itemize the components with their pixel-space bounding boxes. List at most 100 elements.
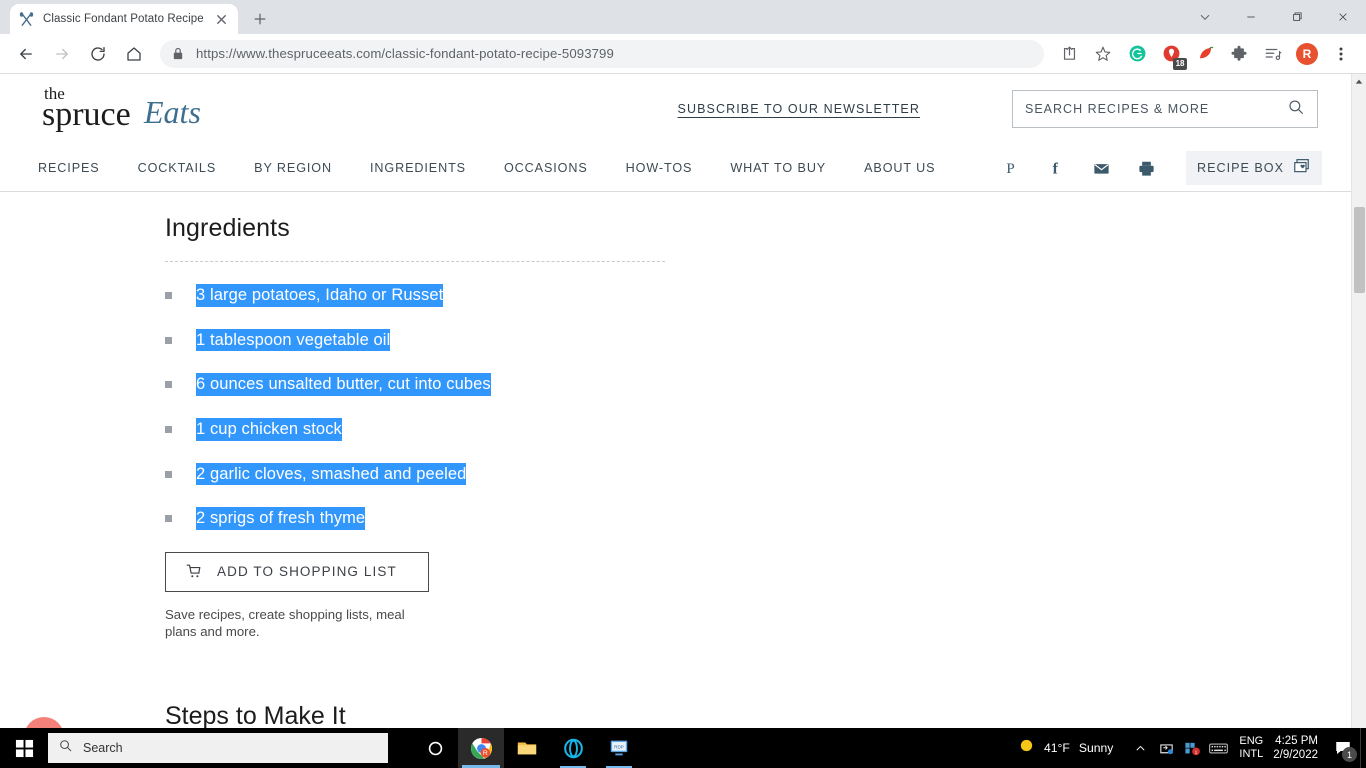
remote-desktop-icon[interactable]: RDP <box>596 728 642 768</box>
save-recipes-note: Save recipes, create shopping lists, mea… <box>165 606 405 639</box>
nav-item-by-region[interactable]: BY REGION <box>254 161 332 175</box>
weather-temperature: 41°F <box>1043 741 1070 755</box>
window-controls <box>1182 0 1366 34</box>
windows-taskbar: Search R RDP 41°F Sunny 1 ENG INTL 4:25 … <box>0 728 1366 768</box>
list-item: 2 sprigs of fresh thyme <box>165 507 1366 530</box>
profile-avatar[interactable]: R <box>1293 40 1321 68</box>
newsletter-link[interactable]: SUBSCRIBE TO OUR NEWSLETTER <box>678 102 920 116</box>
keyboard-icon[interactable] <box>1205 728 1231 768</box>
browser-toolbar: https://www.thespruceeats.com/classic-fo… <box>0 34 1366 74</box>
page-scrollbar[interactable] <box>1351 74 1366 768</box>
fork-spoon-icon <box>18 11 35 28</box>
svg-text:f: f <box>1053 160 1059 177</box>
nav-item-what-to-buy[interactable]: WHAT TO BUY <box>730 161 826 175</box>
opera-browser-icon[interactable] <box>550 728 596 768</box>
tab-close-icon[interactable] <box>213 11 230 28</box>
bookmark-star-icon[interactable] <box>1089 40 1117 68</box>
language-indicator[interactable]: ENG INTL <box>1239 735 1263 761</box>
tab-search-button[interactable] <box>1182 0 1228 34</box>
ingredient-text[interactable]: 3 large potatoes, Idaho or Russet <box>196 284 444 307</box>
ingredient-text[interactable]: 1 cup chicken stock <box>196 417 342 441</box>
language-line1: ENG <box>1239 735 1264 747</box>
address-bar[interactable]: https://www.thespruceeats.com/classic-fo… <box>160 39 1044 68</box>
list-item: 3 large potatoes, Idaho or Russet <box>165 284 1366 307</box>
extensions-puzzle-icon[interactable] <box>1225 40 1253 68</box>
taskbar-clock[interactable]: 4:25 PM 2/9/2022 <box>1273 734 1318 762</box>
scroll-up-arrow-icon[interactable] <box>1352 74 1366 89</box>
notification-count: 1 <box>1342 747 1357 762</box>
chevron-up-icon[interactable] <box>1127 728 1153 768</box>
reading-list-icon[interactable] <box>1259 40 1287 68</box>
list-item: 2 garlic cloves, smashed and peeled <box>165 462 1366 486</box>
nav-item-recipes[interactable]: RECIPES <box>38 161 100 175</box>
tab-title: Classic Fondant Potato Recipe <box>43 13 204 25</box>
add-to-shopping-list-button[interactable]: ADD TO SHOPPING LIST <box>165 551 429 592</box>
article-content: Ingredients 3 large potatoes, Idaho or R… <box>0 192 1366 731</box>
new-tab-button[interactable] <box>246 5 274 33</box>
minimize-button[interactable] <box>1228 0 1274 34</box>
site-navbar: RECIPES COCKTAILS BY REGION INGREDIENTS … <box>0 144 1366 192</box>
search-input[interactable] <box>1025 102 1287 116</box>
svg-text:R: R <box>482 750 487 757</box>
notification-icon[interactable]: 1 <box>1328 728 1358 768</box>
ingredient-text[interactable]: 1 tablespoon vegetable oil <box>196 328 391 352</box>
bullet-marker <box>165 515 172 523</box>
nav-item-cocktails[interactable]: COCKTAILS <box>138 161 217 175</box>
windows-start-icon[interactable] <box>0 728 48 768</box>
pepper-extension-icon[interactable] <box>1191 40 1219 68</box>
nav-item-occasions[interactable]: OCCASIONS <box>504 161 588 175</box>
back-arrow-icon[interactable] <box>12 40 40 68</box>
nav-right-group: P f RECIPE BOX <box>994 144 1322 192</box>
browser-tab[interactable]: Classic Fondant Potato Recipe <box>10 4 238 34</box>
bullet-marker <box>165 336 172 344</box>
recipe-card-icon <box>1292 157 1311 180</box>
file-explorer-icon[interactable] <box>504 728 550 768</box>
steps-heading: Steps to Make It <box>165 702 346 731</box>
close-window-button[interactable] <box>1320 0 1366 34</box>
share-icon[interactable] <box>1055 40 1083 68</box>
site-header: the spruce Eats SUBSCRIBE TO OUR NEWSLET… <box>0 74 1366 144</box>
bullet-marker <box>165 425 172 433</box>
three-dot-menu-icon[interactable] <box>1327 40 1355 68</box>
onedrive-sync-icon[interactable] <box>1153 728 1179 768</box>
reload-icon[interactable] <box>84 40 112 68</box>
clock-time: 4:25 PM <box>1275 735 1318 747</box>
google-chrome-icon[interactable]: R <box>458 728 504 768</box>
adblock-extension-icon[interactable]: 18 <box>1157 40 1187 70</box>
search-icon[interactable] <box>1287 98 1305 121</box>
ingredient-text[interactable]: 6 ounces unsalted butter, cut into cubes <box>196 373 491 396</box>
email-icon[interactable] <box>1084 151 1118 185</box>
weather-widget[interactable]: 41°F Sunny <box>1018 737 1113 759</box>
page-viewport: the spruce Eats SUBSCRIBE TO OUR NEWSLET… <box>0 74 1366 768</box>
nav-item-about-us[interactable]: ABOUT US <box>864 161 935 175</box>
forward-arrow-icon[interactable] <box>48 40 76 68</box>
browser-titlebar: Classic Fondant Potato Recipe <box>0 0 1366 34</box>
shopping-list-label: ADD TO SHOPPING LIST <box>217 564 397 580</box>
weather-condition: Sunny <box>1078 741 1114 755</box>
nav-item-how-tos[interactable]: HOW-TOS <box>626 161 693 175</box>
bullet-marker <box>165 381 172 389</box>
pinterest-icon[interactable]: P <box>994 151 1028 185</box>
site-search-box[interactable] <box>1012 90 1318 128</box>
scrollbar-thumb[interactable] <box>1354 207 1365 293</box>
show-desktop-button[interactable] <box>1360 728 1366 768</box>
ingredient-text[interactable]: 2 sprigs of fresh thyme <box>196 507 366 530</box>
antivirus-icon[interactable]: 1 <box>1179 728 1205 768</box>
home-icon[interactable] <box>120 40 148 68</box>
taskbar-search-placeholder: Search <box>83 741 123 755</box>
maximize-button[interactable] <box>1274 0 1320 34</box>
nav-items: RECIPES COCKTAILS BY REGION INGREDIENTS … <box>38 161 973 175</box>
facebook-icon[interactable]: f <box>1039 151 1073 185</box>
svg-text:1: 1 <box>1195 749 1198 755</box>
taskbar-search-box[interactable]: Search <box>48 733 388 763</box>
ingredient-text[interactable]: 2 garlic cloves, smashed and peeled <box>196 462 467 486</box>
avatar-initial: R <box>1296 42 1318 65</box>
grammarly-extension-icon[interactable] <box>1123 40 1151 68</box>
nav-item-ingredients[interactable]: INGREDIENTS <box>370 161 466 175</box>
recipe-box-button[interactable]: RECIPE BOX <box>1186 151 1322 185</box>
print-icon[interactable] <box>1129 151 1163 185</box>
cortana-icon[interactable] <box>412 728 458 768</box>
svg-text:RDP: RDP <box>614 744 624 749</box>
recipe-box-label: RECIPE BOX <box>1197 161 1284 175</box>
list-item: 1 cup chicken stock <box>165 417 1366 441</box>
